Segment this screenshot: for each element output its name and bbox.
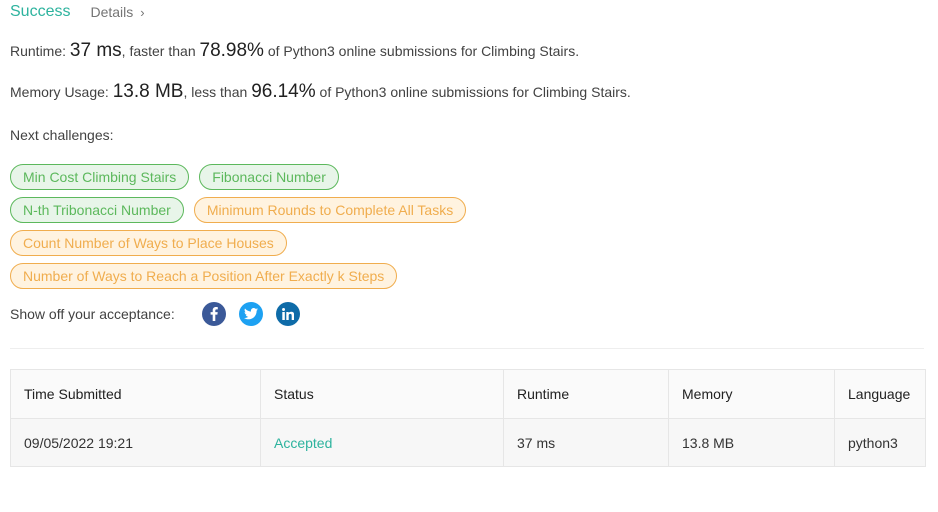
status-title: Success	[10, 3, 71, 20]
facebook-glyph	[210, 307, 218, 321]
runtime-percent: 78.98%	[199, 40, 264, 61]
runtime-cell: 37 ms	[504, 419, 669, 466]
column-header: Status	[261, 370, 504, 418]
challenge-row: Min Cost Climbing Stairs Fibonacci Numbe…	[10, 164, 610, 190]
memory-percent: 96.14%	[251, 81, 316, 102]
share-label: Show off your acceptance:	[10, 306, 175, 322]
column-header: Language	[848, 386, 911, 402]
memory-comparison: , less than	[183, 84, 248, 100]
challenge-row: N-th Tribonacci Number Minimum Rounds to…	[10, 197, 610, 223]
facebook-icon[interactable]	[201, 302, 226, 326]
memory-cell: 13.8 MB	[669, 419, 835, 466]
runtime-prefix: Runtime:	[10, 43, 67, 59]
details-label: Details	[90, 4, 134, 20]
runtime-stat: Runtime: 37 ms, faster than 78.98% of Py…	[10, 40, 579, 62]
details-link[interactable]: Details ›	[90, 4, 144, 20]
column-header: Memory	[669, 370, 835, 418]
column-header: Time Submitted	[11, 370, 261, 418]
runtime-suffix: of Python3 online submissions for Climbi…	[267, 43, 580, 59]
column-header: Runtime	[504, 370, 669, 418]
table-row[interactable]: 09/05/2022 19:21 Accepted 37 ms 13.8 MB …	[11, 419, 925, 466]
memory-suffix: of Python3 online submissions for Climbi…	[319, 84, 631, 100]
memory-prefix: Memory Usage:	[10, 84, 109, 100]
next-challenges-list: Min Cost Climbing Stairs Fibonacci Numbe…	[10, 164, 610, 296]
challenge-row: Number of Ways to Reach a Position After…	[10, 263, 610, 289]
challenge-tag[interactable]: N-th Tribonacci Number	[10, 197, 184, 223]
result-header: Success Details ›	[10, 1, 145, 23]
chevron-right-icon: ›	[140, 4, 145, 20]
challenge-row: Count Number of Ways to Place Houses	[10, 230, 610, 256]
submissions-table: Time Submitted Status Runtime Memory Lan…	[10, 369, 926, 467]
challenge-tag[interactable]: Count Number of Ways to Place Houses	[10, 230, 287, 256]
table-header-row: Time Submitted Status Runtime Memory Lan…	[11, 370, 925, 419]
memory-value: 13.8 MB	[112, 81, 184, 102]
linkedin-glyph	[281, 308, 294, 320]
runtime-value: 37 ms	[69, 40, 122, 61]
section-divider	[10, 348, 924, 349]
runtime-comparison: , faster than	[121, 43, 196, 59]
challenge-tag[interactable]: Fibonacci Number	[199, 164, 339, 190]
next-challenges-label: Next challenges:	[10, 127, 114, 143]
challenge-tag[interactable]: Min Cost Climbing Stairs	[10, 164, 190, 190]
twitter-icon[interactable]	[238, 302, 263, 326]
language-cell: python3	[848, 434, 898, 451]
linkedin-icon[interactable]	[275, 302, 300, 326]
share-section: Show off your acceptance:	[10, 302, 313, 326]
twitter-glyph	[243, 308, 258, 320]
memory-stat: Memory Usage: 13.8 MB, less than 96.14% …	[10, 81, 631, 103]
status-cell[interactable]: Accepted	[261, 419, 504, 466]
challenge-tag[interactable]: Number of Ways to Reach a Position After…	[10, 263, 398, 289]
time-submitted-cell: 09/05/2022 19:21	[11, 419, 261, 466]
challenge-tag[interactable]: Minimum Rounds to Complete All Tasks	[193, 197, 467, 223]
